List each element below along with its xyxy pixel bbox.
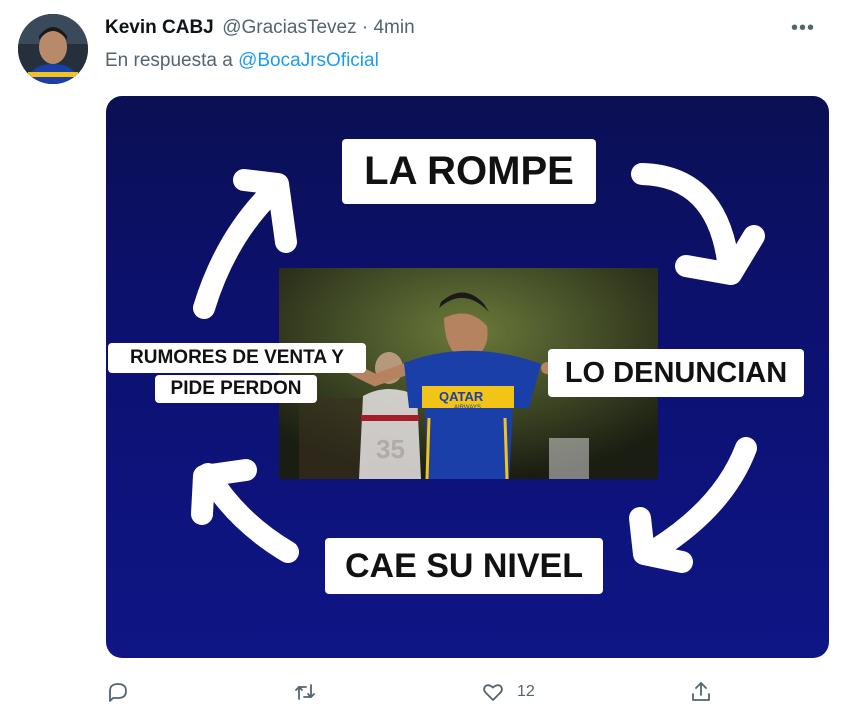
share-button[interactable] (689, 678, 713, 706)
avatar[interactable] (18, 14, 88, 84)
avatar-image (18, 14, 88, 84)
reply-button[interactable] (106, 678, 130, 706)
tweet-media[interactable]: 35 QATAR AIRWAYS LA ROMPE LO DENUNCIAN C… (106, 96, 829, 658)
handle-and-time[interactable]: @GraciasTevez · 4min (222, 17, 414, 38)
shirt-sponsor-sub: AIRWAYS (454, 405, 481, 411)
arrow-up-icon (193, 169, 297, 319)
label-rumores-de-venta: RUMORES DE VENTA Y (108, 343, 366, 373)
reply-icon (109, 683, 127, 702)
label-la-rompe: LA ROMPE (342, 139, 596, 204)
retweet-button[interactable] (293, 678, 317, 706)
retweet-icon (295, 684, 315, 700)
reply-context: En respuesta a @BocaJrsOficial (105, 50, 379, 72)
label-lo-denuncian: LO DENUNCIAN (548, 349, 804, 397)
tweet-header: Kevin CABJ @GraciasTevez · 4min ••• (105, 17, 825, 43)
arrow-down-right-icon (631, 163, 765, 285)
label-cae-su-nivel: CAE SU NIVEL (325, 538, 603, 594)
label-pide-perdon: PIDE PERDON (155, 375, 317, 403)
arrow-up-left-icon (191, 459, 299, 563)
reply-to-link[interactable]: @BocaJrsOficial (238, 50, 379, 71)
like-button[interactable]: 12 (481, 678, 535, 706)
share-icon (692, 682, 710, 701)
reply-prefix: En respuesta a (105, 50, 233, 71)
shirt-sponsor: QATAR (439, 389, 484, 404)
background-shirt-number: 35 (376, 434, 405, 464)
heart-icon (483, 684, 503, 701)
like-count: 12 (517, 683, 535, 700)
display-name[interactable]: Kevin CABJ (105, 17, 214, 38)
more-options-button[interactable]: ••• (791, 18, 815, 38)
tweet-actions: 12 (0, 672, 845, 712)
